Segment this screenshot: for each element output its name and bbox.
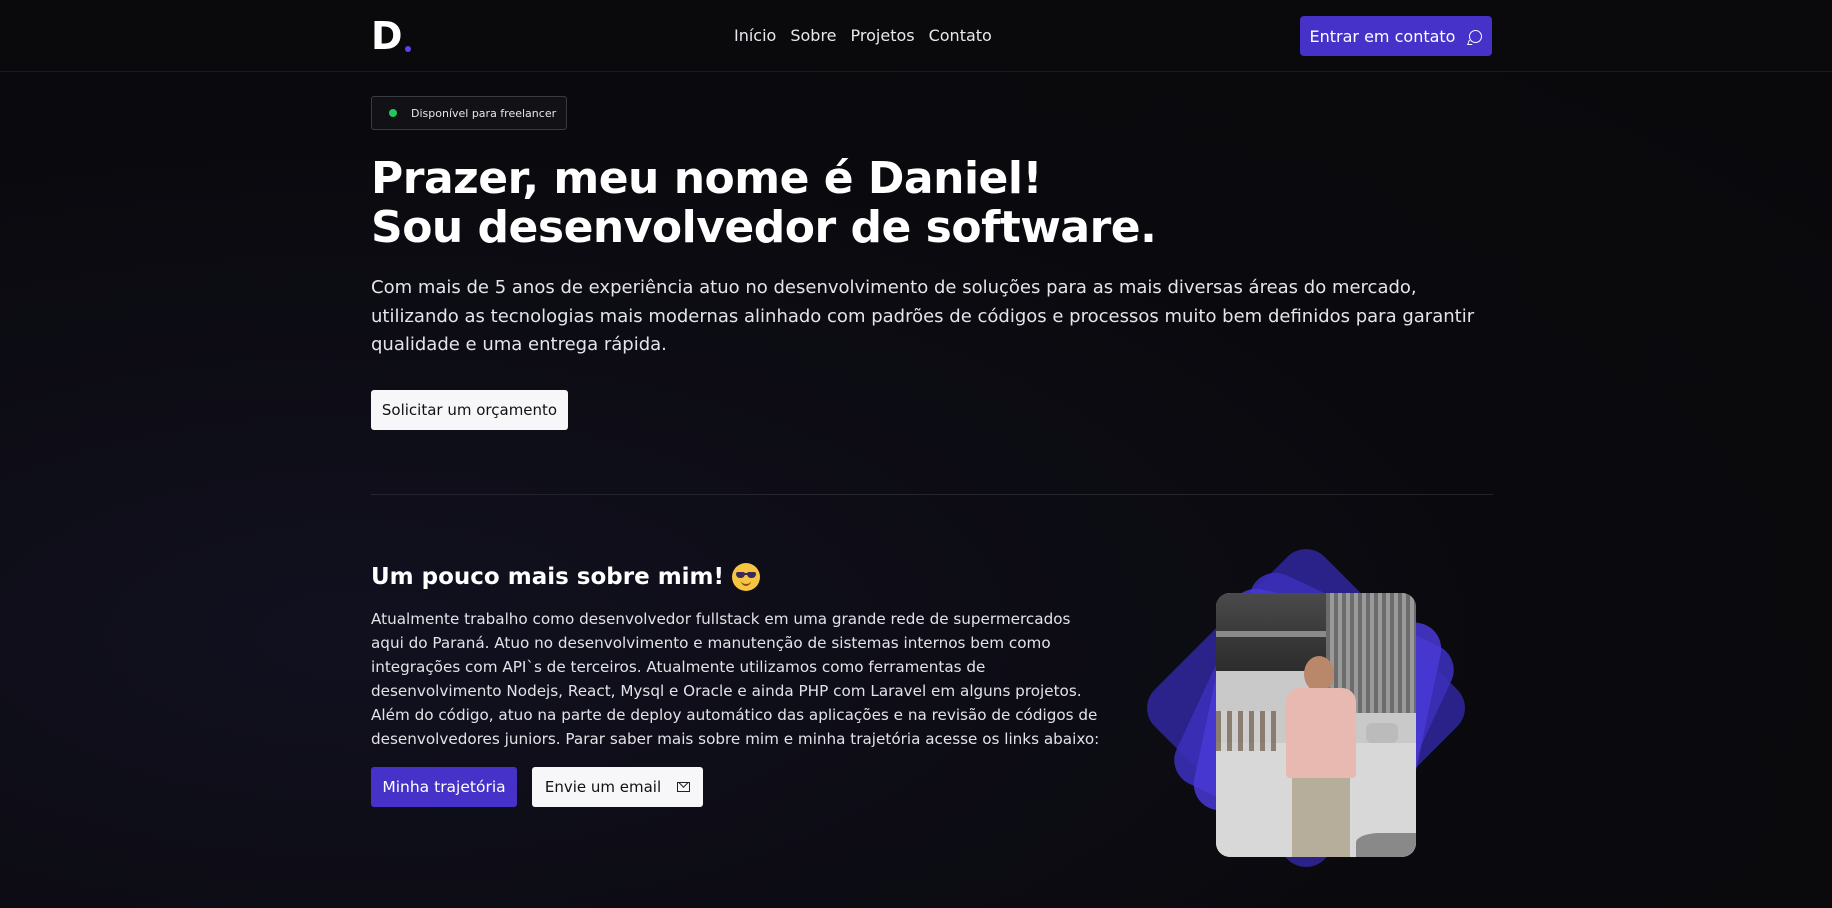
- nav-contato[interactable]: Contato: [929, 25, 992, 47]
- hero-title: Prazer, meu nome é Daniel! Sou desenvolv…: [371, 154, 1271, 252]
- chat-bubble-icon: [1469, 29, 1483, 43]
- main-nav: Início Sobre Projetos Contato: [734, 25, 992, 47]
- nav-sobre[interactable]: Sobre: [790, 25, 836, 47]
- about-text: Atualmente trabalho como desenvolvedor f…: [371, 610, 1100, 748]
- logo-accent-dot: [405, 46, 411, 52]
- nav-projetos[interactable]: Projetos: [851, 25, 915, 47]
- hero-title-line2: Sou desenvolvedor de software.: [371, 202, 1157, 253]
- profile-photo: [1216, 593, 1416, 857]
- contact-button-label: Entrar em contato: [1309, 26, 1456, 46]
- about-title: Um pouco mais sobre mim!: [371, 562, 761, 592]
- sunglasses-emoji-icon: [732, 563, 761, 591]
- hero-description: Com mais de 5 anos de experiência atuo n…: [371, 277, 1475, 355]
- status-dot-icon: [389, 109, 397, 117]
- logo[interactable]: D: [371, 17, 403, 55]
- hero-title-line1: Prazer, meu nome é Daniel!: [371, 153, 1043, 204]
- request-quote-button[interactable]: Solicitar um orçamento: [371, 390, 568, 430]
- send-email-button[interactable]: Envie um email: [532, 767, 703, 807]
- nav-inicio[interactable]: Início: [734, 25, 776, 47]
- about-title-text: Um pouco mais sobre mim!: [371, 564, 725, 590]
- send-email-label: Envie um email: [544, 778, 662, 796]
- contact-button[interactable]: Entrar em contato: [1300, 16, 1492, 56]
- availability-badge: Disponível para freelancer: [371, 96, 567, 130]
- availability-label: Disponível para freelancer: [411, 106, 557, 120]
- section-divider: [371, 494, 1493, 495]
- my-journey-button[interactable]: Minha trajetória: [371, 767, 517, 807]
- top-navbar: D Início Sobre Projetos Contato Entrar e…: [0, 0, 1832, 72]
- envelope-icon: [677, 782, 691, 792]
